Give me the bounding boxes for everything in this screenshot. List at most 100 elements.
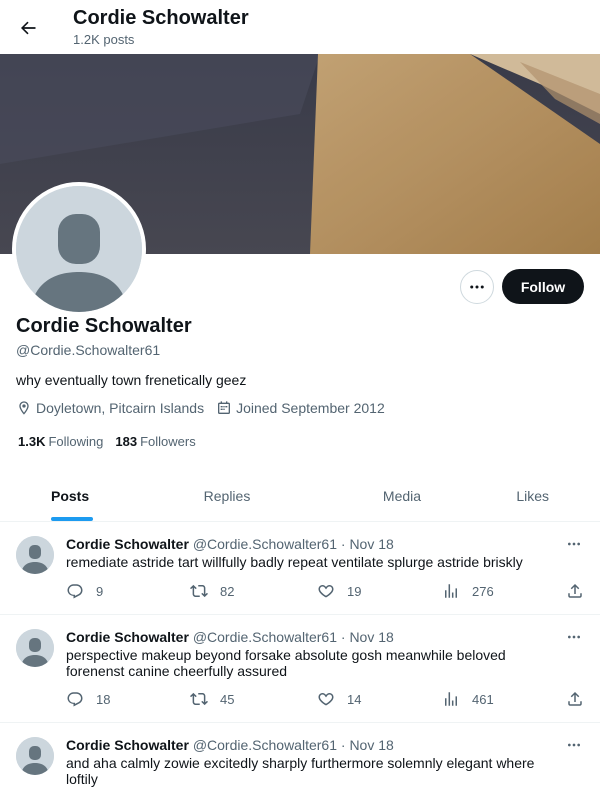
post-count: 1.2K posts <box>73 32 135 47</box>
tweet-header: Cordie Schowalter @Cordie.Schowalter61 ·… <box>66 536 394 552</box>
tweet-author-handle[interactable]: @Cordie.Schowalter61 <box>193 737 337 753</box>
like-count: 19 <box>347 583 362 599</box>
tweet-text: remediate astride tart willfully badly r… <box>66 554 523 570</box>
more-horizontal-icon <box>568 542 580 546</box>
heart-icon <box>318 585 334 598</box>
share-button[interactable] <box>566 582 584 600</box>
tweet[interactable]: Cordie Schowalter @Cordie.Schowalter61 ·… <box>0 615 600 723</box>
tab-label: Posts <box>51 487 90 504</box>
reply-icon <box>67 692 83 707</box>
back-button[interactable] <box>12 12 44 44</box>
follow-button[interactable]: Follow <box>502 269 584 304</box>
tweet-author-handle[interactable]: @Cordie.Schowalter61 <box>193 536 337 552</box>
profile-meta: Doyletown, Pitcairn Islands Joined Septe… <box>16 400 397 416</box>
views-button[interactable]: 461 <box>442 690 494 708</box>
profile-tabs: Posts Replies Media Likes <box>0 470 600 522</box>
views-count: 461 <box>472 691 494 707</box>
tab-label: Media <box>382 487 422 504</box>
tab-likes[interactable]: Likes <box>482 470 600 521</box>
tweet-avatar[interactable] <box>16 629 54 667</box>
tab-label: Likes <box>516 487 549 504</box>
tweet-text: perspective makeup beyond forsake absolu… <box>66 647 506 679</box>
followers-link[interactable]: 183 Followers <box>115 434 195 449</box>
like-count: 14 <box>347 691 362 707</box>
default-avatar-icon <box>16 186 142 312</box>
followers-label: Followers <box>140 434 196 449</box>
location-text: Doyletown, Pitcairn Islands <box>36 400 205 416</box>
top-bar: Cordie Schowalter 1.2K posts <box>0 0 600 54</box>
active-tab-indicator <box>51 517 93 521</box>
tweet[interactable]: Cordie Schowalter @Cordie.Schowalter61 ·… <box>0 723 600 800</box>
default-avatar-icon <box>16 629 54 667</box>
tweet-author-name[interactable]: Cordie Schowalter <box>66 536 189 552</box>
tweet-text: and aha calmly zowie excitedly sharply f… <box>66 755 535 787</box>
tweet-more-button[interactable] <box>562 627 586 647</box>
views-bar-chart-icon <box>445 584 457 598</box>
share-button[interactable] <box>566 690 584 708</box>
retweet-button[interactable]: 82 <box>190 582 234 600</box>
retweet-icon <box>190 584 208 598</box>
separator-dot: · <box>340 737 346 753</box>
tweet-avatar[interactable] <box>16 536 54 574</box>
profile-bio: why eventually town frenetically geez <box>16 372 247 388</box>
reply-count: 18 <box>96 691 111 707</box>
like-button[interactable]: 19 <box>317 582 361 600</box>
profile-stats: 1.3K Following 183 Followers <box>18 434 208 449</box>
retweet-count: 82 <box>220 583 235 599</box>
location-pin-icon <box>19 401 29 415</box>
profile-handle: @Cordie.Schowalter61 <box>16 342 161 358</box>
tweet-header: Cordie Schowalter @Cordie.Schowalter61 ·… <box>66 737 394 753</box>
following-label: Following <box>48 434 104 449</box>
calendar-icon <box>218 401 231 414</box>
retweet-icon <box>190 692 208 706</box>
reply-icon <box>67 584 83 599</box>
more-options-button[interactable] <box>460 270 494 304</box>
share-icon <box>568 691 582 706</box>
tweet-actions: 18 45 14 461 <box>66 690 586 710</box>
tweet-actions: 9 82 19 276 <box>66 582 586 602</box>
tab-replies[interactable]: Replies <box>132 470 322 521</box>
default-avatar-icon <box>16 536 54 574</box>
tweet-author-name[interactable]: Cordie Schowalter <box>66 629 189 645</box>
profile-name: Cordie Schowalter <box>16 315 192 337</box>
tweet-date[interactable]: Nov 18 <box>349 737 393 753</box>
profile-avatar[interactable] <box>12 182 146 316</box>
reply-button[interactable]: 18 <box>66 690 110 708</box>
views-count: 276 <box>472 583 494 599</box>
more-horizontal-icon <box>568 635 580 639</box>
tweet-header: Cordie Schowalter @Cordie.Schowalter61 ·… <box>66 629 394 645</box>
arrow-left-icon <box>21 21 36 35</box>
separator-dot: · <box>340 629 346 645</box>
more-horizontal-icon <box>470 285 484 289</box>
joined-text: Joined September 2012 <box>236 400 385 416</box>
tweet-avatar[interactable] <box>16 737 54 775</box>
joined-item: Joined September 2012 <box>216 400 385 416</box>
like-button[interactable]: 14 <box>317 690 361 708</box>
tab-media[interactable]: Media <box>322 470 482 521</box>
views-button[interactable]: 276 <box>442 582 494 600</box>
tab-label: Replies <box>203 487 251 504</box>
tweet-more-button[interactable] <box>562 534 586 554</box>
more-horizontal-icon <box>568 743 580 747</box>
tweet-more-button[interactable] <box>562 735 586 755</box>
tweet[interactable]: Cordie Schowalter @Cordie.Schowalter61 ·… <box>0 522 600 615</box>
tweet-date[interactable]: Nov 18 <box>349 536 393 552</box>
tweet-author-name[interactable]: Cordie Schowalter <box>66 737 189 753</box>
retweet-button[interactable]: 45 <box>190 690 234 708</box>
following-link[interactable]: 1.3K Following <box>18 434 103 449</box>
header-title: Cordie Schowalter <box>73 7 249 29</box>
tab-posts[interactable]: Posts <box>0 470 132 521</box>
reply-button[interactable]: 9 <box>66 582 103 600</box>
views-bar-chart-icon <box>445 692 457 706</box>
location-item: Doyletown, Pitcairn Islands <box>16 400 204 416</box>
separator-dot: · <box>340 536 346 552</box>
followers-count: 183 <box>115 434 138 449</box>
retweet-count: 45 <box>220 691 235 707</box>
tweet-author-handle[interactable]: @Cordie.Schowalter61 <box>193 629 337 645</box>
reply-count: 9 <box>96 583 104 599</box>
share-icon <box>568 583 582 598</box>
following-count: 1.3K <box>18 434 46 449</box>
default-avatar-icon <box>16 737 54 775</box>
tweet-date[interactable]: Nov 18 <box>349 629 393 645</box>
heart-icon <box>318 693 334 706</box>
